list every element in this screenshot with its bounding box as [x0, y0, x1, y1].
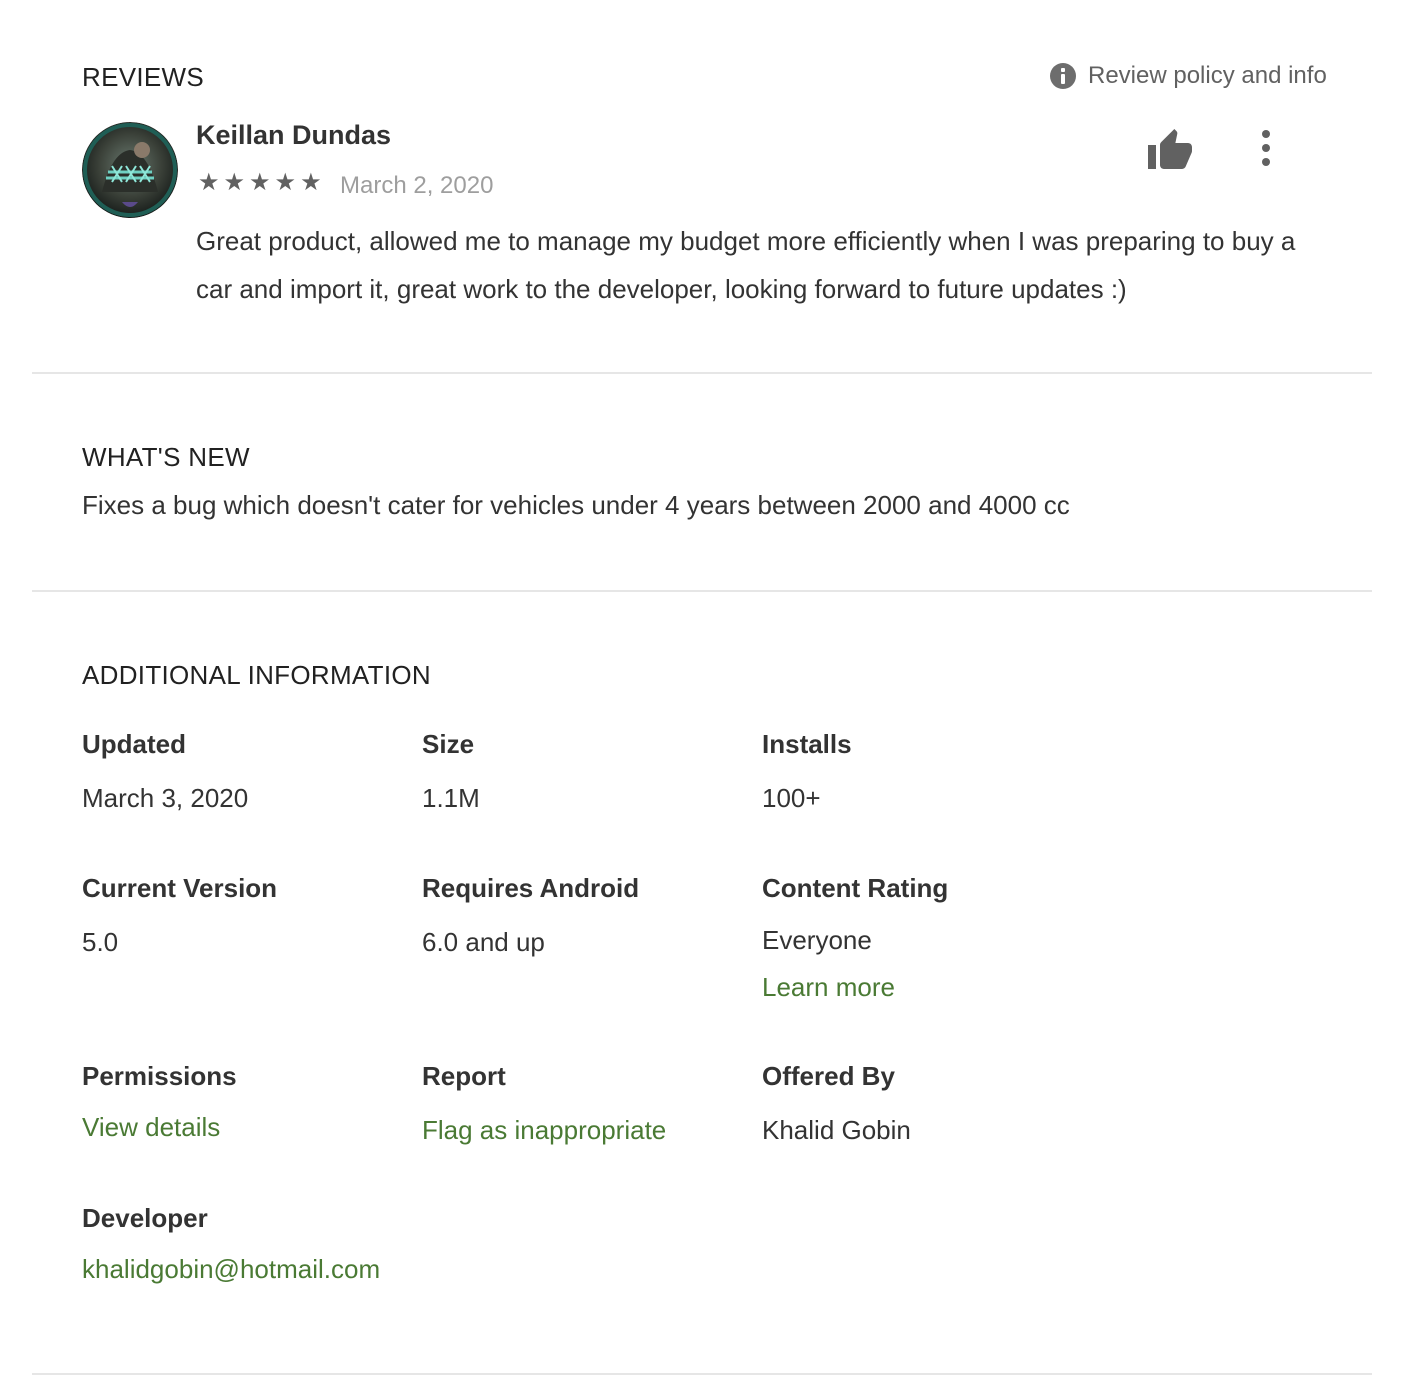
thumbs-up-icon[interactable]	[1146, 127, 1194, 176]
requires-android-label: Requires Android	[422, 873, 640, 903]
current-version-value: 5.0	[82, 927, 119, 957]
star-rating: ★ ★ ★ ★ ★	[198, 171, 322, 195]
whats-new-title: WHAT'S NEW	[82, 442, 250, 472]
star-icon: ★	[300, 169, 322, 196]
size-value: 1.1M	[422, 783, 480, 813]
star-icon: ★	[223, 169, 246, 196]
content-rating-label: Content Rating	[762, 873, 949, 903]
updated-label: Updated	[82, 729, 186, 759]
divider	[32, 590, 1372, 592]
divider	[32, 1373, 1372, 1375]
avatar	[82, 122, 178, 218]
developer-email-link[interactable]: khalidgobin@hotmail.com	[82, 1254, 380, 1285]
size-label: Size	[422, 729, 475, 759]
whats-new-text: Fixes a bug which doesn't cater for vehi…	[82, 490, 1070, 520]
review-policy-label: Review policy and info	[1088, 62, 1327, 89]
content-rating-value: Everyone	[762, 925, 872, 955]
additional-info-title: ADDITIONAL INFORMATION	[82, 660, 431, 690]
star-icon: ★	[274, 169, 297, 196]
developer-label: Developer	[82, 1203, 208, 1233]
offered-by-label: Offered By	[762, 1061, 895, 1091]
reviews-title: REVIEWS	[82, 62, 205, 92]
updated-value: March 3, 2020	[82, 783, 249, 813]
review-policy-link[interactable]: Review policy and info	[1050, 62, 1327, 90]
view-details-link[interactable]: View details	[82, 1112, 220, 1143]
flag-inappropriate-link[interactable]: Flag as inappropriate	[422, 1115, 666, 1146]
star-icon: ★	[198, 169, 220, 196]
review-text: Great product, allowed me to manage my b…	[196, 226, 1296, 304]
installs-label: Installs	[762, 729, 852, 759]
star-icon: ★	[249, 169, 271, 196]
learn-more-link[interactable]: Learn more	[762, 972, 895, 1003]
installs-value: 100+	[762, 783, 821, 813]
review-date: March 2, 2020	[340, 172, 494, 199]
more-vert-icon[interactable]	[1252, 128, 1280, 173]
current-version-label: Current Version	[82, 873, 278, 903]
offered-by-value: Khalid Gobin	[762, 1115, 911, 1145]
divider	[32, 372, 1372, 374]
permissions-label: Permissions	[82, 1061, 237, 1091]
info-icon	[1050, 63, 1076, 89]
report-label: Report	[422, 1061, 506, 1091]
review-author: Keillan Dundas	[196, 120, 392, 150]
requires-android-value: 6.0 and up	[422, 927, 545, 957]
